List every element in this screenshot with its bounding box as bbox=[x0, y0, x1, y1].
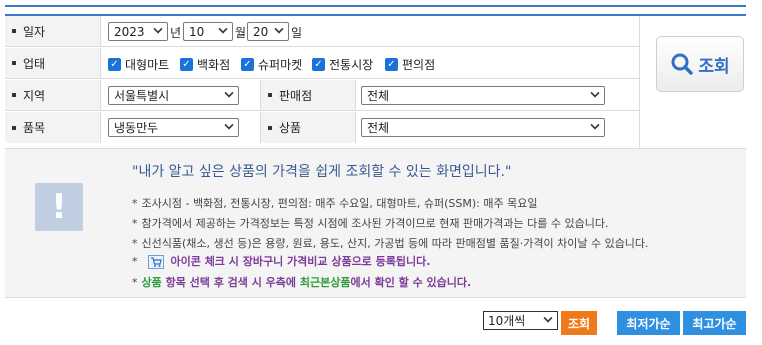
checkbox-convenience-store[interactable]: ✓ 편의점 bbox=[385, 56, 435, 73]
region-select[interactable]: 서울특별시 bbox=[108, 86, 239, 105]
item-select[interactable]: 냉동만두 bbox=[108, 118, 239, 137]
product-label: 상품 bbox=[260, 112, 356, 143]
cart-note: * 아이콘 체크 시 장바구니 가격비교 상품으로 등록됩니다. bbox=[132, 255, 431, 269]
chevron-down-icon bbox=[543, 313, 553, 323]
checkbox-checked-icon[interactable]: ✓ bbox=[241, 58, 254, 71]
checkbox-checked-icon[interactable]: ✓ bbox=[180, 58, 193, 71]
bullet-icon bbox=[12, 29, 16, 33]
date-row: 일자 2023 년 10 월 20 일 bbox=[5, 16, 639, 47]
checkbox-checked-icon[interactable]: ✓ bbox=[385, 58, 398, 71]
info-headline: "내가 알고 싶은 상품의 가격을 쉽게 조회할 수 있는 화면입니다." bbox=[132, 164, 512, 180]
search-icon bbox=[671, 53, 694, 75]
info-note: * 참가격에서 제공하는 가격정보는 특정 시점에 조사된 가격이므로 현재 판매… bbox=[132, 217, 609, 230]
bullet-icon bbox=[12, 125, 16, 130]
chevron-down-icon bbox=[590, 88, 600, 98]
chevron-down-icon bbox=[590, 120, 600, 130]
checkbox-checked-icon[interactable]: ✓ bbox=[312, 58, 325, 71]
bullet-icon bbox=[12, 61, 16, 65]
chevron-down-icon bbox=[224, 120, 234, 130]
exclamation-icon: ! bbox=[35, 183, 83, 231]
year-unit: 년 bbox=[170, 26, 182, 40]
search-button[interactable]: 조회 bbox=[656, 36, 744, 92]
chevron-down-icon bbox=[224, 88, 234, 98]
top-line bbox=[5, 5, 746, 10]
date-label: 일자 bbox=[5, 16, 101, 46]
info-panel: ! "내가 알고 싶은 상품의 가격을 쉽게 조회할 수 있는 화면입니다." … bbox=[5, 148, 746, 298]
product-select[interactable]: 전체 bbox=[361, 118, 605, 137]
bullet-icon bbox=[268, 93, 272, 97]
info-note: * 조사시점 - 백화점, 전통시장, 편의점: 매주 수요일, 대형마트, 슈퍼… bbox=[132, 197, 538, 210]
checkbox-traditional-market[interactable]: ✓ 전통시장 bbox=[312, 56, 373, 73]
checkbox-supermarket[interactable]: ✓ 슈퍼마켓 bbox=[241, 56, 302, 73]
checkbox-hypermarket[interactable]: ✓ 대형마트 bbox=[108, 56, 169, 73]
day-unit: 일 bbox=[291, 26, 303, 40]
info-note: * 신선식품(채소, 생선 등)은 용량, 원료, 용도, 산지, 가공법 등에 … bbox=[132, 237, 649, 250]
bullet-icon bbox=[12, 93, 16, 97]
bullet-icon bbox=[268, 125, 272, 130]
day-select[interactable]: 20 bbox=[247, 22, 289, 41]
chevron-down-icon bbox=[218, 24, 228, 34]
search-panel: 조회 bbox=[639, 16, 746, 148]
business-type-label: 업태 bbox=[5, 48, 101, 78]
sort-highest-button[interactable]: 최고가순 bbox=[683, 311, 746, 335]
month-select[interactable]: 10 bbox=[183, 22, 233, 41]
checkbox-checked-icon[interactable]: ✓ bbox=[108, 58, 121, 71]
store-select[interactable]: 전체 bbox=[361, 86, 605, 105]
business-type-row: 업태 ✓ 대형마트 ✓ 백화점 ✓ 슈퍼마켓 ✓ 전통시장 ✓ 편의점 bbox=[5, 48, 639, 79]
chevron-down-icon bbox=[274, 24, 284, 34]
cart-icon bbox=[148, 255, 164, 269]
product-note: * 상품 항목 선택 후 검색 시 우측에 최근본상품에서 확인 할 수 있습니다… bbox=[132, 276, 472, 289]
checkbox-department-store[interactable]: ✓ 백화점 bbox=[180, 56, 230, 73]
item-label: 품목 bbox=[5, 112, 101, 143]
month-unit: 월 bbox=[235, 26, 247, 40]
year-select[interactable]: 2023 bbox=[108, 22, 168, 41]
region-row: 지역 서울특별시 판매점 전체 bbox=[5, 80, 639, 111]
per-page-select[interactable]: 10개씩 bbox=[483, 311, 558, 330]
search-form: 일자 2023 년 10 월 20 일 업태 ✓ 대형마트 ✓ 백화점 ✓ 슈퍼… bbox=[5, 14, 746, 148]
chevron-down-icon bbox=[153, 24, 163, 34]
region-label: 지역 bbox=[5, 80, 101, 110]
item-row: 품목 냉동만두 상품 전체 bbox=[5, 112, 639, 143]
sort-lowest-button[interactable]: 최저가순 bbox=[617, 311, 680, 335]
store-label: 판매점 bbox=[260, 80, 356, 110]
search-button-small[interactable]: 조회 bbox=[561, 311, 597, 335]
